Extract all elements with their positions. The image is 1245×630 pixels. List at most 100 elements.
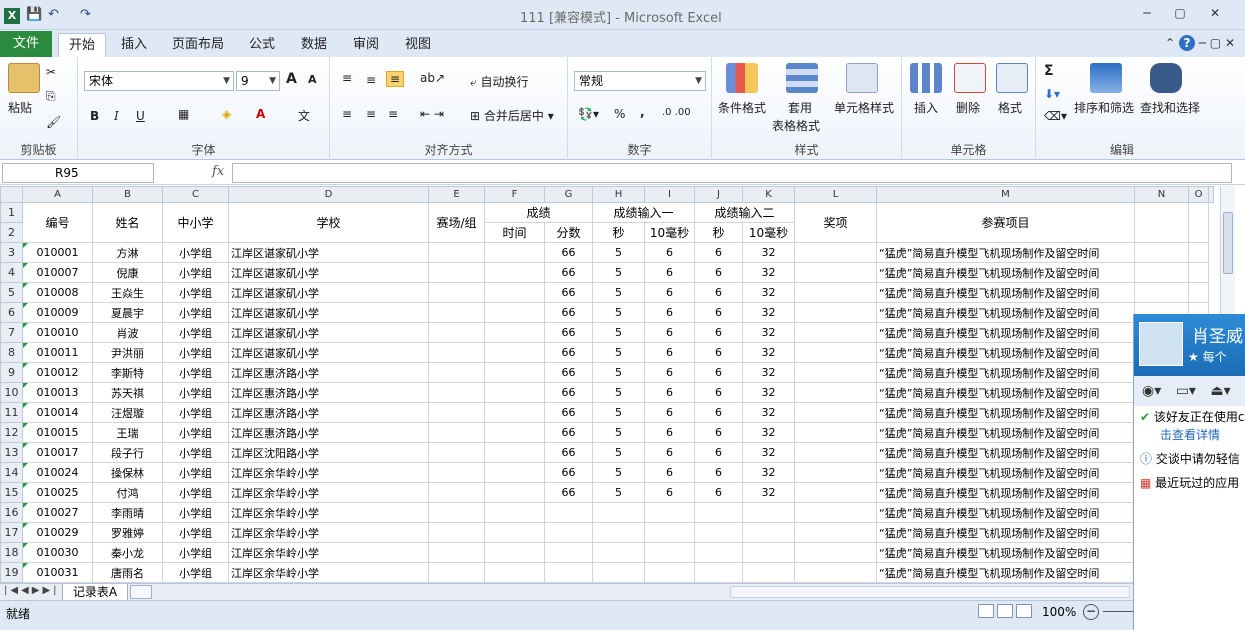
cell-id[interactable]: 010015 [22, 422, 93, 443]
cell-name[interactable]: 付鸿 [92, 482, 163, 503]
cell-time[interactable] [484, 422, 545, 443]
cell-award[interactable] [794, 562, 877, 583]
column-header[interactable]: C [162, 186, 229, 203]
cell-ms-2[interactable] [742, 562, 795, 583]
cell-seconds-2[interactable]: 6 [694, 262, 743, 283]
cell-score[interactable]: 66 [544, 402, 593, 423]
cell-name[interactable]: 方淋 [92, 242, 163, 263]
cell-level[interactable]: 小学组 [162, 402, 229, 423]
decimal-icon[interactable]: .0 .00 [662, 107, 691, 118]
cell-school[interactable]: 江岸区惠济路小学 [228, 402, 429, 423]
indent-icon[interactable]: ⇤ ⇥ [420, 107, 444, 121]
cell-project[interactable]: “猛虎”简易直升模型飞机现场制作及留空时间 [876, 422, 1135, 443]
paste-icon[interactable] [8, 63, 40, 93]
insert-function-icon[interactable]: fx [212, 164, 224, 179]
cell-score[interactable]: 66 [544, 462, 593, 483]
cell-time[interactable] [484, 282, 545, 303]
cell-seconds-2[interactable]: 6 [694, 282, 743, 303]
format-painter-icon[interactable]: 🖌 [46, 115, 61, 129]
empty-cell[interactable] [1188, 242, 1209, 263]
phonetic-icon[interactable]: 文 [298, 107, 310, 124]
clear-icon[interactable]: ⌫▾ [1044, 109, 1067, 123]
cell-ms-1[interactable] [644, 502, 695, 523]
empty-cell[interactable] [1134, 202, 1189, 243]
cell-ms-2[interactable]: 32 [742, 482, 795, 503]
orientation-icon[interactable]: ab↗ [420, 71, 445, 85]
save-icon[interactable]: 💾 [26, 7, 42, 22]
cell-venue[interactable] [428, 262, 485, 283]
cell-project[interactable]: “猛虎”简易直升模型飞机现场制作及留空时间 [876, 482, 1135, 503]
row-header[interactable]: 5 [0, 282, 23, 303]
cell-project[interactable]: “猛虎”简易直升模型飞机现场制作及留空时间 [876, 562, 1135, 583]
align-left-icon[interactable]: ≡ [342, 107, 352, 121]
cell-seconds-2[interactable]: 6 [694, 482, 743, 503]
header-cell[interactable]: 秒 [694, 222, 743, 243]
border-icon[interactable]: ▦ [178, 107, 189, 121]
sort-filter-icon[interactable] [1090, 63, 1122, 93]
cell-venue[interactable] [428, 422, 485, 443]
cell-seconds-1[interactable]: 5 [592, 282, 645, 303]
cell-time[interactable] [484, 502, 545, 523]
column-header[interactable]: I [644, 186, 695, 203]
cell-ms-1[interactable]: 6 [644, 262, 695, 283]
tab-view[interactable]: 视图 [396, 33, 440, 57]
cell-seconds-1[interactable]: 5 [592, 462, 645, 483]
shrink-font-button[interactable]: A [308, 73, 317, 86]
align-center-icon[interactable]: ≡ [366, 107, 376, 121]
cell-time[interactable] [484, 242, 545, 263]
cell-ms-1[interactable]: 6 [644, 362, 695, 383]
header-cell[interactable]: 参赛项目 [876, 202, 1135, 243]
cell-name[interactable]: 肖波 [92, 322, 163, 343]
autosum-button[interactable]: Σ [1044, 63, 1054, 79]
insert-cells-button[interactable]: 插入 [914, 99, 938, 116]
cell-venue[interactable] [428, 302, 485, 323]
cell-id[interactable]: 010027 [22, 502, 93, 523]
column-header[interactable]: N [1134, 186, 1189, 203]
conditional-format-icon[interactable] [726, 63, 758, 93]
cell-seconds-2[interactable]: 6 [694, 402, 743, 423]
cell-seconds-1[interactable] [592, 542, 645, 563]
cell-time[interactable] [484, 262, 545, 283]
new-sheet-icon[interactable] [130, 585, 152, 599]
row-header[interactable]: 1 [0, 202, 23, 223]
row-header[interactable]: 17 [0, 522, 23, 543]
horizontal-scrollbar[interactable] [730, 586, 1130, 598]
header-cell[interactable]: 成绩输入二 [694, 202, 795, 223]
column-header[interactable]: O [1188, 186, 1209, 203]
tab-home[interactable]: 开始 [58, 33, 106, 57]
cell-seconds-2[interactable]: 6 [694, 442, 743, 463]
cell-seconds-2[interactable]: 6 [694, 462, 743, 483]
page-break-view-icon[interactable] [1016, 604, 1032, 618]
tab-review[interactable]: 审阅 [344, 33, 388, 57]
cell-score[interactable]: 66 [544, 302, 593, 323]
cell-project[interactable]: “猛虎”简易直升模型飞机现场制作及留空时间 [876, 302, 1135, 323]
zoom-level[interactable]: 100% [1042, 605, 1076, 619]
format-table-icon[interactable] [786, 63, 818, 93]
header-cell[interactable]: 成绩 [484, 202, 593, 223]
cell-level[interactable]: 小学组 [162, 282, 229, 303]
cell-seconds-2[interactable]: 6 [694, 342, 743, 363]
align-middle-icon[interactable]: ≡ [366, 73, 376, 87]
cell-level[interactable]: 小学组 [162, 442, 229, 463]
header-cell[interactable]: 编号 [22, 202, 93, 243]
cell-seconds-1[interactable]: 5 [592, 302, 645, 323]
cell-seconds-2[interactable]: 6 [694, 302, 743, 323]
column-header[interactable]: A [22, 186, 93, 203]
cell-ms-1[interactable] [644, 542, 695, 563]
name-box[interactable]: R95 [2, 163, 154, 183]
cell-project[interactable]: “猛虎”简易直升模型飞机现场制作及留空时间 [876, 402, 1135, 423]
cell-ms-2[interactable]: 32 [742, 322, 795, 343]
cell-name[interactable]: 操保林 [92, 462, 163, 483]
qq-camera-icon[interactable]: ◉▾ [1142, 383, 1161, 399]
cell-ms-1[interactable]: 6 [644, 342, 695, 363]
cell-school[interactable]: 江岸区谌家矶小学 [228, 302, 429, 323]
cell-seconds-2[interactable]: 6 [694, 382, 743, 403]
column-header[interactable]: E [428, 186, 485, 203]
help-icon[interactable]: ? [1178, 35, 1195, 51]
zoom-out-button[interactable]: − [1083, 604, 1099, 620]
cell-project[interactable]: “猛虎”简易直升模型飞机现场制作及留空时间 [876, 342, 1135, 363]
italic-button[interactable]: I [114, 109, 119, 123]
cell-school[interactable]: 江岸区惠济路小学 [228, 382, 429, 403]
cell-score[interactable] [544, 542, 593, 563]
cell-score[interactable]: 66 [544, 282, 593, 303]
